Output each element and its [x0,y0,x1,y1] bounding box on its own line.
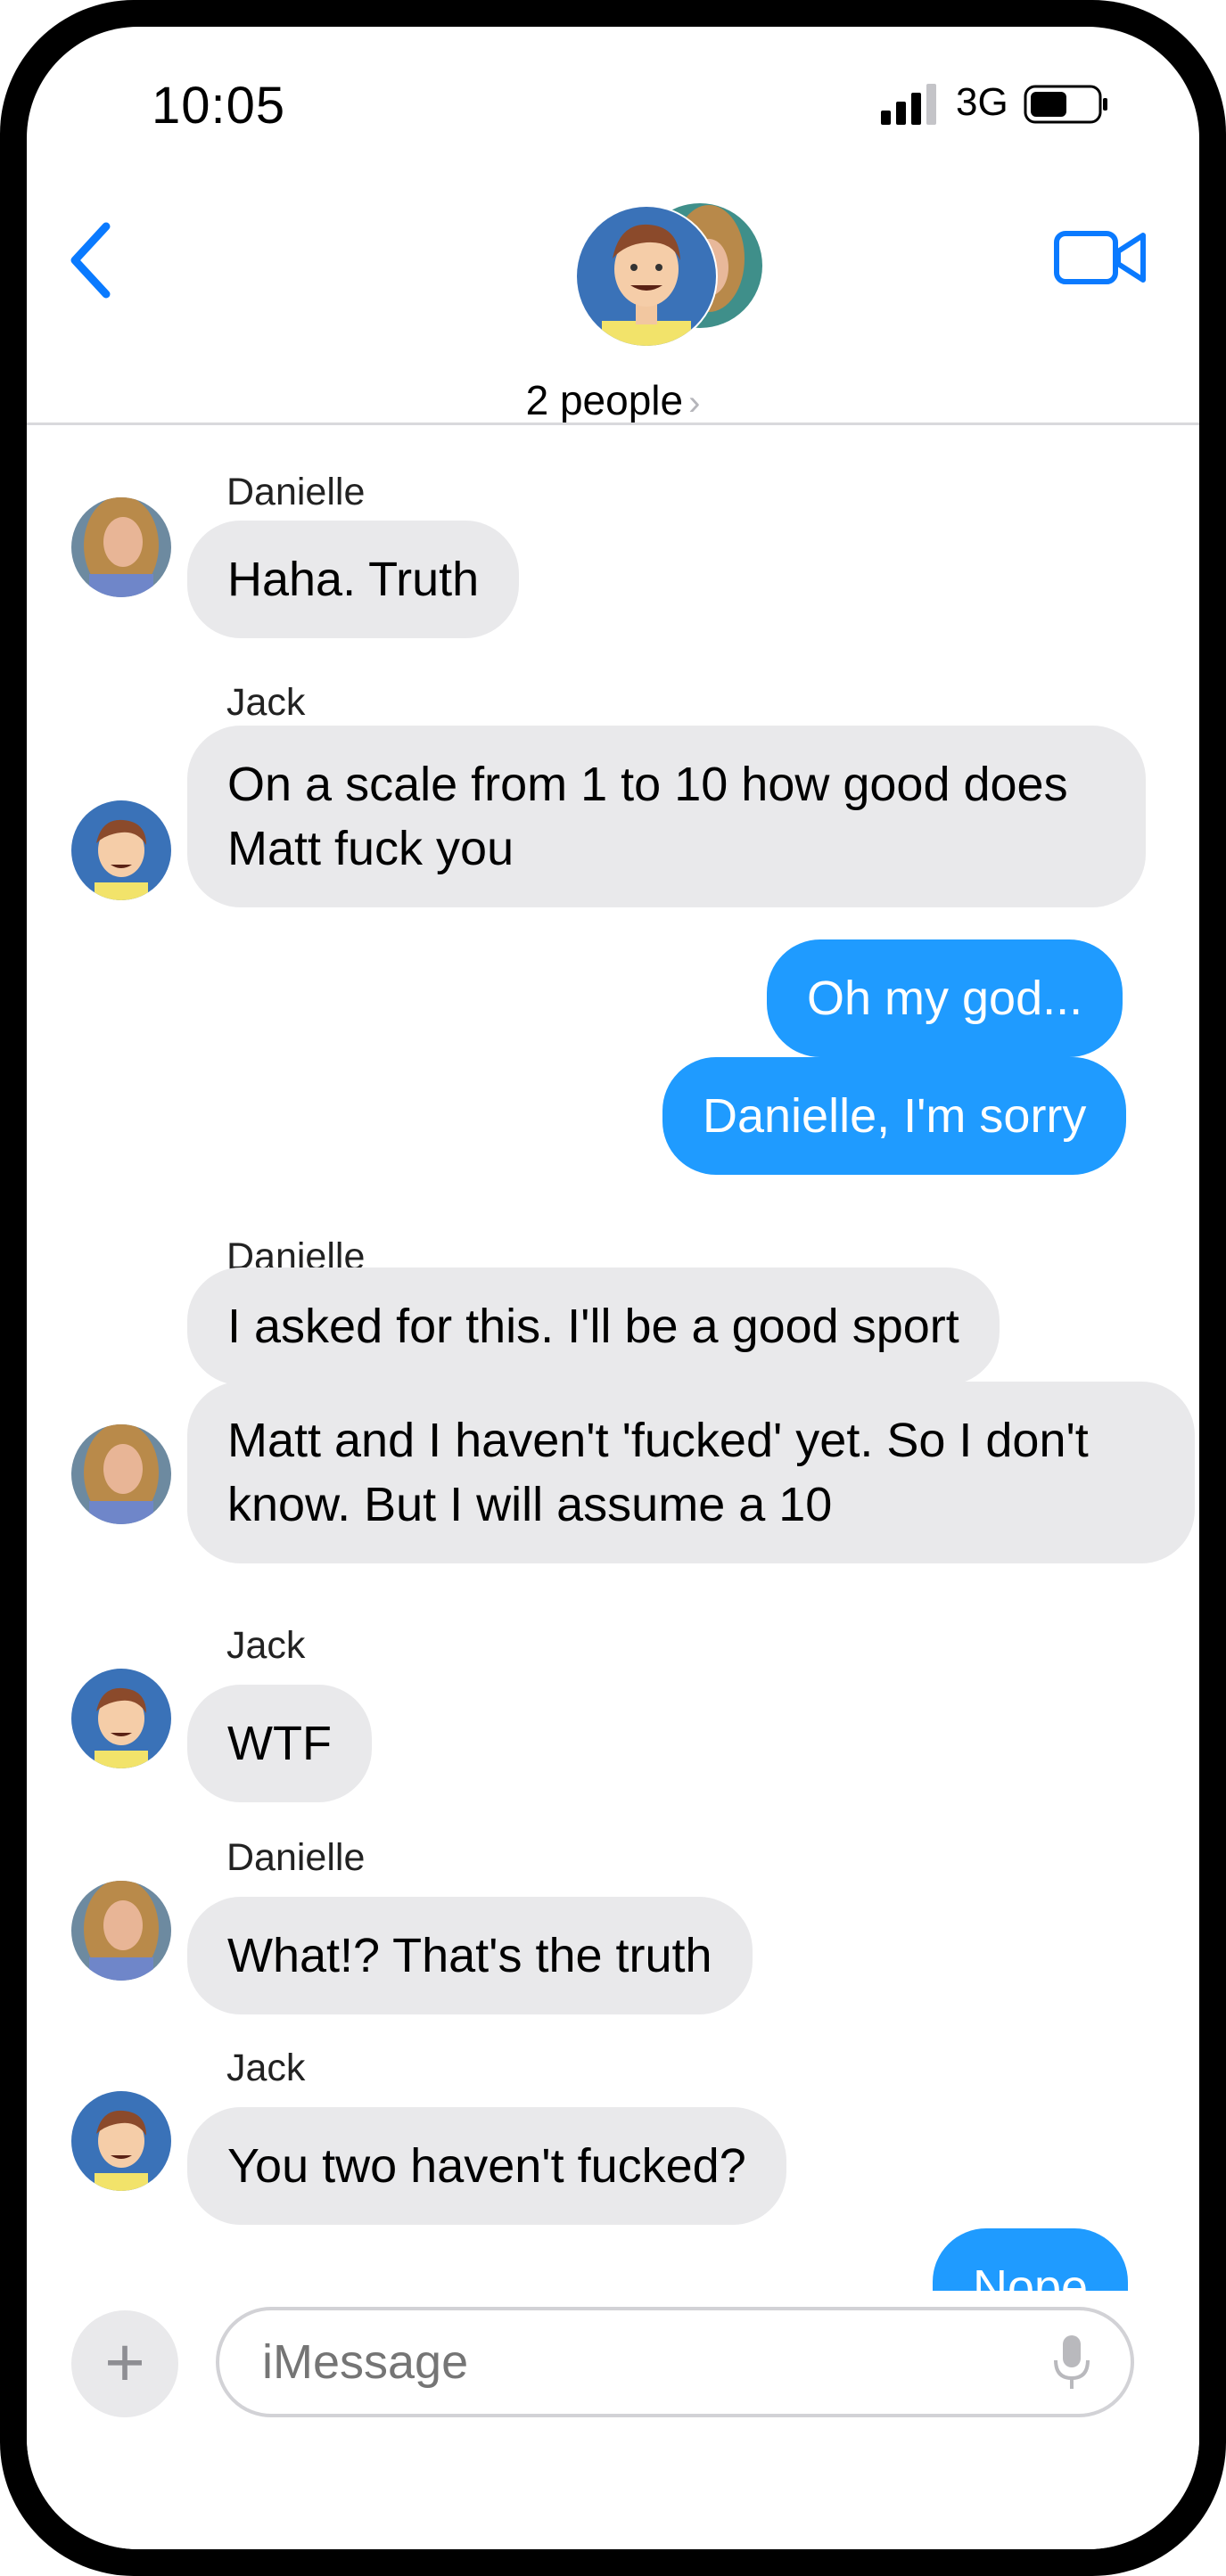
message-text: Oh my god... [807,972,1083,1025]
microphone-icon[interactable] [1052,2334,1091,2391]
message-bubble[interactable]: Haha. Truth [187,521,520,638]
header-divider [27,422,1199,425]
network-type: 3G [956,80,1008,124]
message-text: What!? That's the truth [227,1929,712,1982]
sent-bubble[interactable]: Danielle, I'm sorry [662,1057,1127,1175]
message-text: Haha. Truth [227,553,480,606]
imessage-input[interactable] [216,2307,1134,2417]
sent-bubble[interactable]: Oh my god... [767,939,1123,1057]
avatar-jack[interactable] [71,800,171,900]
message-text: You two haven't fucked? [227,2139,746,2193]
message-text-line: Matt fuck you [227,822,514,875]
message-text-line: On a scale from 1 to 10 how good does [227,758,1068,811]
message-text-line: know. But I will assume a 10 [227,1478,833,1531]
avatar-danielle[interactable] [71,1424,171,1524]
message-bubble[interactable]: You two haven't fucked? [187,2107,786,2225]
avatar-jack[interactable] [71,1669,171,1768]
sender-name: Danielle [226,1836,366,1879]
message-bubble[interactable]: I asked for this. I'll be a good sport [187,1267,1000,1385]
people-label: 2 people [525,377,684,423]
message-bubble[interactable]: Matt and I haven't 'fucked' yet. So I do… [187,1382,1195,1563]
video-camera-icon[interactable] [1054,228,1147,287]
cellular-signal-icon [881,84,936,125]
sender-name: Jack [226,2047,306,2089]
avatar-jack[interactable] [71,2091,171,2191]
sender-name: Jack [226,1624,306,1667]
message-text: I asked for this. I'll be a good sport [227,1300,959,1353]
avatar-danielle[interactable] [71,497,171,597]
battery-icon [1024,85,1107,124]
group-avatar[interactable] [575,196,771,357]
phone-frame: 10:05 3G 2 people › Danielle Haha. Truth… [0,0,1226,2576]
sender-name: Danielle [226,471,366,513]
message-bubble[interactable]: On a scale from 1 to 10 how good does Ma… [187,726,1146,907]
group-people-button[interactable]: 2 people › [27,376,1199,424]
avatar-danielle[interactable] [71,1881,171,1981]
message-text: WTF [227,1717,332,1770]
plus-button[interactable]: + [71,2310,178,2417]
message-bubble[interactable]: What!? That's the truth [187,1897,753,2014]
chevron-right-icon: › [688,383,701,422]
screen: 10:05 3G 2 people › Danielle Haha. Truth… [27,27,1199,2549]
status-time: 10:05 [152,77,286,135]
message-text: Danielle, I'm sorry [703,1089,1087,1143]
message-text-line: Matt and I haven't 'fucked' yet. So I do… [227,1414,1089,1467]
message-bubble[interactable]: WTF [187,1685,372,1802]
back-chevron-icon[interactable] [66,216,119,305]
sender-name: Jack [226,681,306,724]
